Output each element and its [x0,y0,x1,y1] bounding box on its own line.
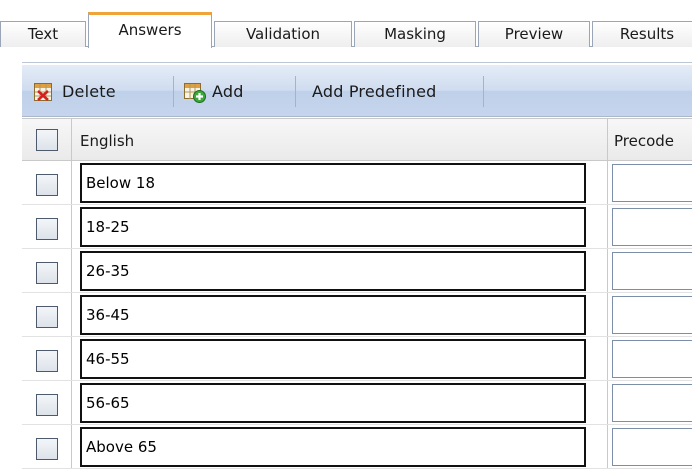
select-column-header [22,119,72,160]
table-row [22,381,692,425]
tab-masking[interactable]: Masking [354,21,476,47]
row-checkbox[interactable] [36,174,58,196]
precode-input[interactable] [612,208,692,246]
row-checkbox[interactable] [36,218,58,240]
grid-header: English Precode [22,118,692,161]
table-row [22,249,692,293]
precode-input[interactable] [612,296,692,334]
table-row [22,161,692,205]
add-label: Add [212,82,244,101]
table-row [22,293,692,337]
add-predefined-button[interactable]: Add Predefined [298,76,484,107]
english-answer-input[interactable] [80,207,586,247]
row-checkbox[interactable] [36,394,58,416]
english-column-header[interactable]: English [72,119,608,160]
table-row [22,425,692,469]
precode-input[interactable] [612,428,692,466]
english-answer-input[interactable] [80,383,586,423]
precode-input[interactable] [612,340,692,378]
add-button[interactable]: Add [184,76,296,107]
tab-bar: Text Answers Validation Masking Preview … [0,0,692,48]
english-answer-input[interactable] [80,163,586,203]
delete-button[interactable]: Delete [34,76,174,107]
english-column-label: English [80,132,135,150]
english-answer-input[interactable] [80,251,586,291]
table-row [22,205,692,249]
add-grid-icon [184,82,206,103]
delete-label: Delete [62,82,116,101]
english-answer-input[interactable] [80,339,586,379]
table-row [22,337,692,381]
panel-top-border [22,62,692,64]
english-answer-input[interactable] [80,295,586,335]
tab-text[interactable]: Text [0,21,86,47]
precode-input[interactable] [612,164,692,202]
add-predefined-label: Add Predefined [312,82,437,101]
tab-answers[interactable]: Answers [88,12,212,48]
precode-column-label: Precode [614,132,675,150]
row-checkbox[interactable] [36,306,58,328]
tab-preview[interactable]: Preview [478,21,590,47]
row-checkbox[interactable] [36,350,58,372]
precode-column-header[interactable]: Precode [608,119,692,160]
select-all-checkbox[interactable] [36,129,58,151]
grid-toolbar: Delete Add Add Predefined [22,65,692,117]
english-answer-input[interactable] [80,427,586,467]
precode-input[interactable] [612,252,692,290]
delete-grid-icon [34,82,52,101]
tab-results[interactable]: Results [592,21,692,47]
row-checkbox[interactable] [36,438,58,460]
row-checkbox[interactable] [36,262,58,284]
tab-validation[interactable]: Validation [214,21,352,47]
precode-input[interactable] [612,384,692,422]
